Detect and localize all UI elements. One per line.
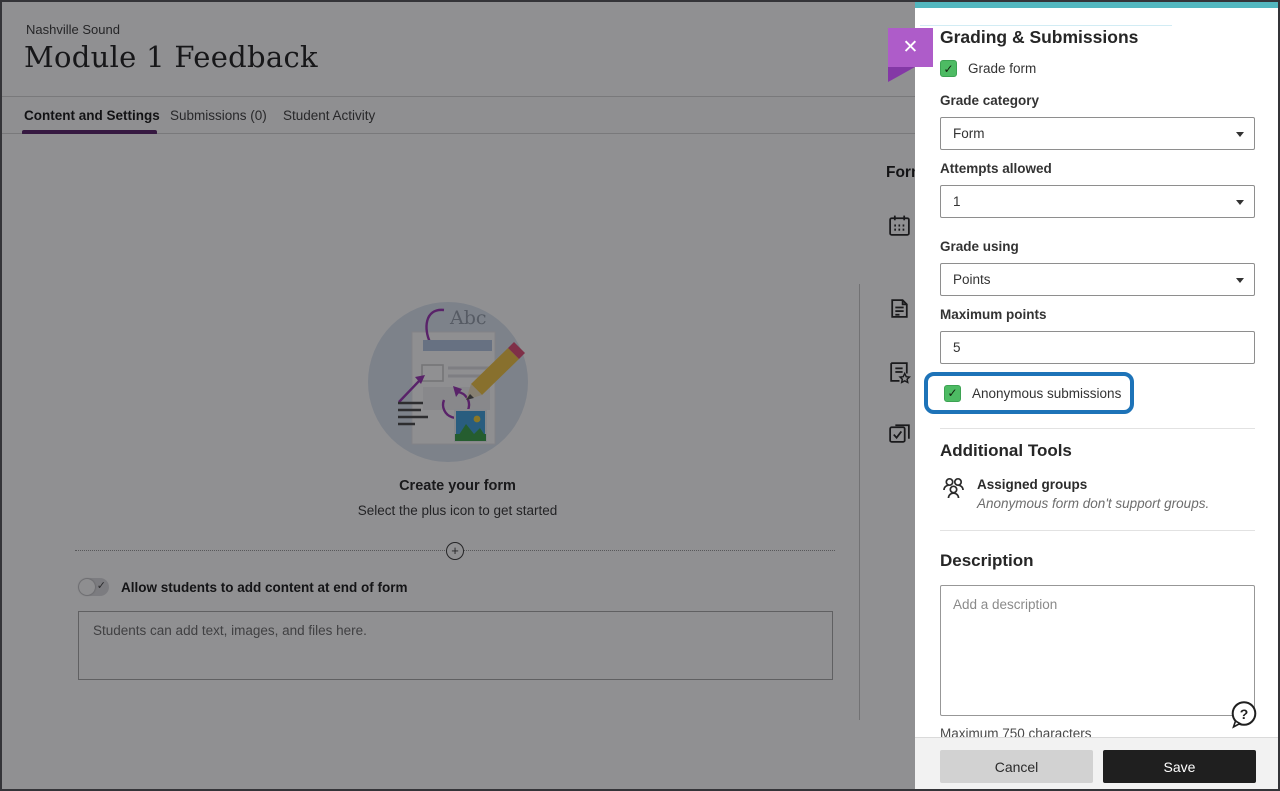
grade-form-label: Grade form [968,61,1036,76]
app-window: Nashville Sound Module 1 Feedback Conten… [0,0,1280,791]
panel-top-divider [920,25,1172,26]
grade-using-select[interactable]: Points [940,263,1255,296]
close-button-fold [888,67,915,82]
panel-accent-bar [915,2,1280,8]
close-panel-button[interactable]: ✕ [888,28,933,67]
attempts-allowed-value: 1 [953,194,961,209]
description-title: Description [940,551,1034,571]
grade-using-label: Grade using [940,239,1019,254]
anonymous-submissions-highlight: ✓ Anonymous submissions [924,372,1134,414]
grade-category-select[interactable]: Form [940,117,1255,150]
additional-tools-title: Additional Tools [940,441,1072,461]
assigned-groups-icon [942,476,965,500]
form-settings-panel: Grading & Submissions ✓ Grade form Grade… [915,0,1280,791]
chevron-down-icon [1236,278,1244,283]
grade-category-label: Grade category [940,93,1039,108]
section-divider [940,530,1255,531]
section-divider [940,428,1255,429]
anonymous-submissions-checkbox[interactable]: ✓ [944,385,961,402]
grade-category-value: Form [953,126,985,141]
attempts-allowed-select[interactable]: 1 [940,185,1255,218]
chevron-down-icon [1236,132,1244,137]
maximum-points-input[interactable] [940,331,1255,364]
description-textarea[interactable] [940,585,1255,716]
grading-section-title: Grading & Submissions [940,27,1138,48]
assigned-groups-note: Anonymous form don't support groups. [977,496,1209,511]
chevron-down-icon [1236,200,1244,205]
save-button[interactable]: Save [1103,750,1256,783]
help-question-glyph: ? [1240,706,1249,722]
grade-using-value: Points [953,272,991,287]
anonymous-submissions-label: Anonymous submissions [972,386,1121,401]
help-icon[interactable]: ? [1229,700,1258,729]
anonymous-submissions-row[interactable]: ✓ Anonymous submissions [944,385,1121,402]
cancel-button[interactable]: Cancel [940,750,1093,783]
modal-backdrop[interactable] [0,0,915,791]
maximum-points-label: Maximum points [940,307,1047,322]
grade-form-checkbox[interactable]: ✓ [940,60,957,77]
assigned-groups-label[interactable]: Assigned groups [977,477,1087,492]
attempts-allowed-label: Attempts allowed [940,161,1052,176]
grade-form-checkbox-row[interactable]: ✓ Grade form [940,60,1036,77]
panel-footer: Cancel Save [915,737,1280,791]
